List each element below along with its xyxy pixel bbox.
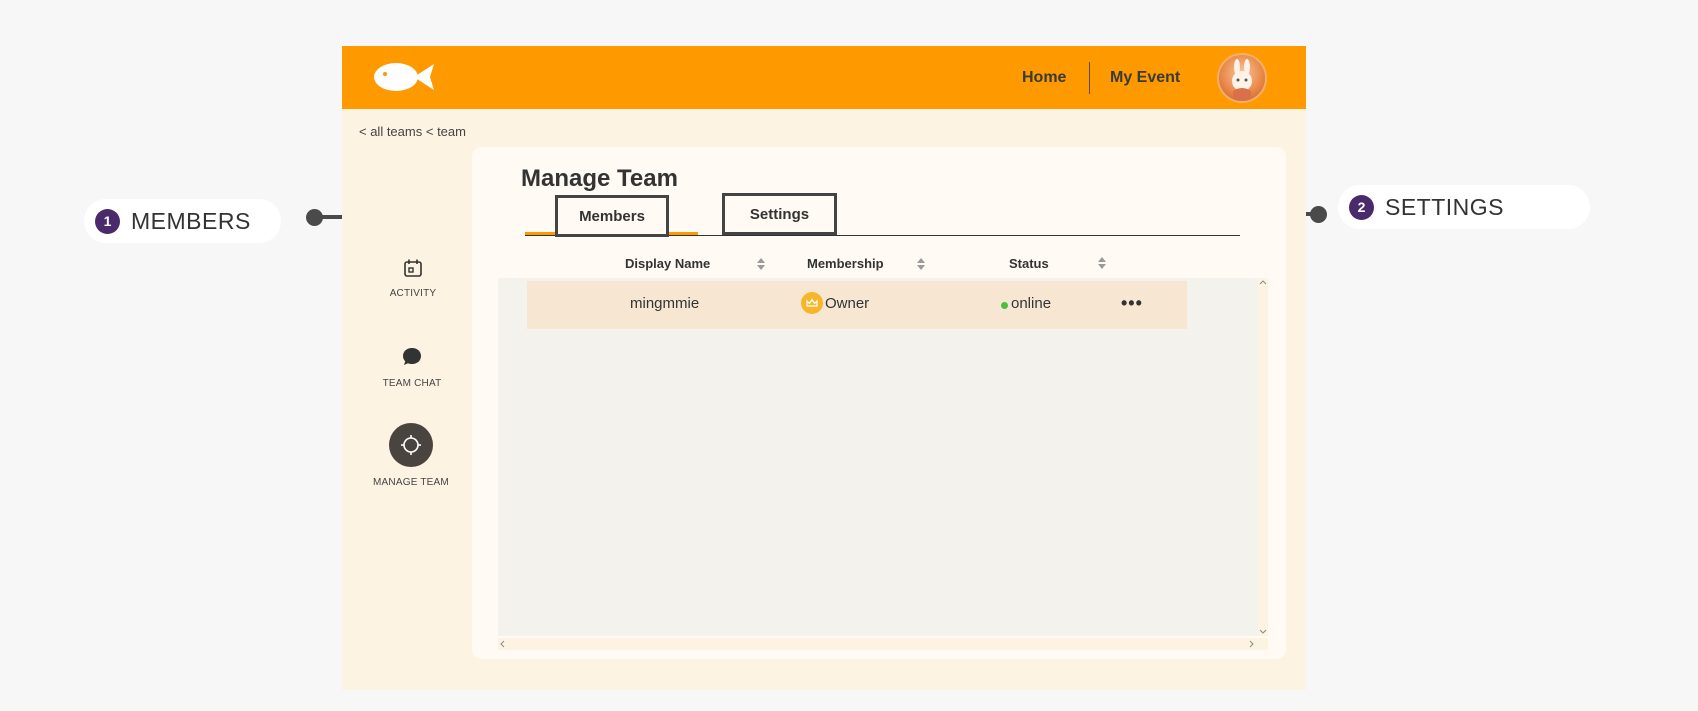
page-title: Manage Team bbox=[521, 165, 678, 192]
tab-settings[interactable]: Settings bbox=[722, 193, 837, 235]
member-membership: Owner bbox=[825, 295, 870, 312]
callout-label-settings: SETTINGS bbox=[1385, 193, 1505, 220]
breadcrumb-team[interactable]: < team bbox=[426, 124, 466, 139]
avatar-bunny-icon bbox=[1232, 59, 1252, 101]
sidebar-item-manage-team[interactable]: MANAGE TEAM bbox=[371, 423, 451, 488]
breadcrumb: < all teams < team bbox=[359, 124, 466, 139]
callout-settings: 2 SETTINGS bbox=[1338, 185, 1590, 229]
app-window: Home My Event < all teams < team ACTIVIT… bbox=[342, 46, 1306, 690]
member-status: online bbox=[1011, 295, 1052, 312]
callout-number-2: 2 bbox=[1349, 194, 1374, 220]
sort-membership-icon[interactable] bbox=[917, 258, 925, 270]
member-display-name: mingmmie bbox=[630, 295, 700, 312]
column-header-display-name[interactable]: Display Name bbox=[625, 256, 710, 271]
more-options-icon[interactable]: ••• bbox=[1121, 293, 1143, 314]
sort-display-name-icon[interactable] bbox=[757, 258, 765, 270]
column-header-display-name-label: Display Name bbox=[625, 256, 711, 271]
scroll-down-icon[interactable] bbox=[1258, 626, 1268, 636]
chat-bubble-icon bbox=[403, 348, 421, 365]
top-navigation-bar: Home My Event bbox=[342, 46, 1306, 109]
sort-status-icon[interactable] bbox=[1098, 257, 1106, 269]
calendar-icon bbox=[404, 259, 422, 277]
manage-team-panel: Manage Team Members Settings Display Nam… bbox=[472, 147, 1286, 659]
nav-divider bbox=[1089, 62, 1090, 94]
breadcrumb-all-teams[interactable]: < all teams bbox=[359, 124, 422, 139]
nav-my-event-link[interactable]: My Event bbox=[1110, 69, 1180, 87]
sidebar-item-activity[interactable]: ACTIVITY bbox=[373, 258, 453, 299]
scroll-up-icon[interactable] bbox=[1258, 278, 1268, 288]
scroll-right-icon[interactable] bbox=[1246, 638, 1256, 650]
scroll-left-icon[interactable] bbox=[498, 638, 508, 650]
column-header-membership-label: Membership bbox=[807, 256, 884, 271]
column-header-status-label: Status bbox=[1009, 256, 1049, 271]
members-table-body[interactable]: mingmmie Owner online ••• bbox=[498, 278, 1268, 650]
sidebar-item-label-activity: ACTIVITY bbox=[389, 288, 437, 299]
crown-icon bbox=[801, 292, 823, 314]
manage-team-icon-circle bbox=[389, 423, 433, 467]
user-avatar[interactable] bbox=[1217, 53, 1267, 103]
callout-label-members: MEMBERS bbox=[131, 207, 251, 234]
horizontal-scrollbar[interactable] bbox=[498, 638, 1268, 650]
online-status-dot bbox=[1001, 302, 1008, 309]
gear-icon bbox=[401, 435, 421, 455]
callout-number-1: 1 bbox=[95, 208, 120, 234]
callout-members: 1 MEMBERS bbox=[84, 199, 281, 243]
vertical-scrollbar[interactable] bbox=[1258, 278, 1268, 636]
fish-logo-icon[interactable] bbox=[372, 58, 434, 96]
tab-members[interactable]: Members bbox=[555, 195, 669, 237]
sidebar-item-label-team-chat: TEAM CHAT bbox=[382, 378, 442, 389]
sidebar-item-label-manage-team: MANAGE TEAM bbox=[373, 477, 449, 488]
column-header-status[interactable]: Status bbox=[1009, 256, 1049, 271]
column-header-membership[interactable]: Membership bbox=[807, 256, 884, 271]
sidebar-item-team-chat[interactable]: TEAM CHAT bbox=[372, 346, 452, 389]
table-row[interactable]: mingmmie Owner online ••• bbox=[527, 281, 1187, 329]
nav-home-link[interactable]: Home bbox=[1022, 69, 1066, 87]
